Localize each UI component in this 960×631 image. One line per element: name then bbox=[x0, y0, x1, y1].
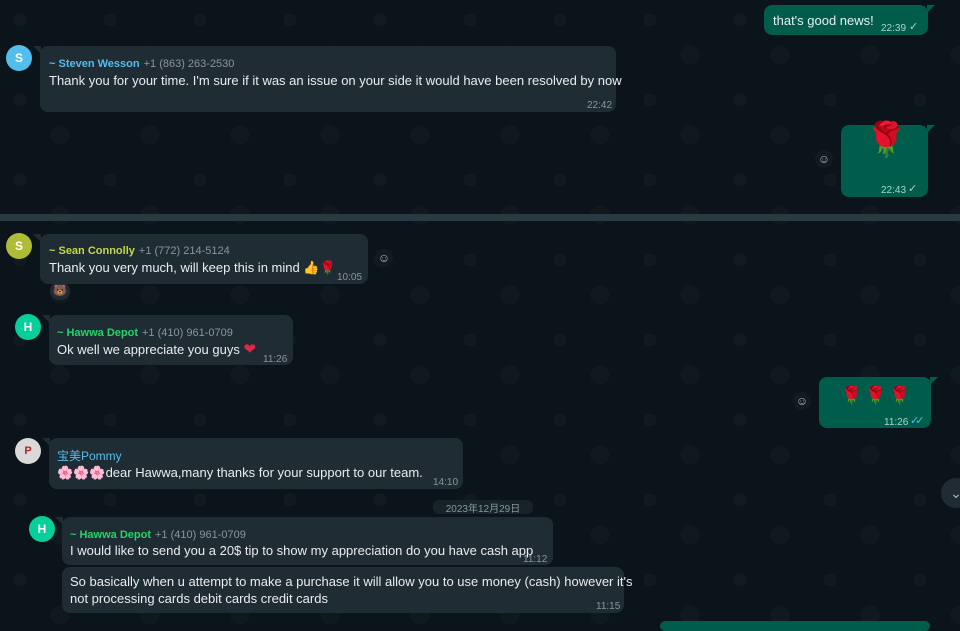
incoming-message[interactable]: ~ Hawwa Depot +1 (410) 961-0709 Ok well w… bbox=[42, 315, 293, 365]
sent-check-icon: ✓ bbox=[909, 21, 919, 33]
avatar[interactable]: H bbox=[15, 314, 41, 340]
outgoing-message[interactable]: that's good news! 22:39 ✓ bbox=[764, 5, 935, 35]
sender-label: ~ Hawwa Depot +1 (410) 961-0709 bbox=[57, 324, 233, 342]
avatar[interactable]: H bbox=[29, 516, 55, 542]
message-text: 🌸🌸🌸dear Hawwa,many thanks for your suppo… bbox=[57, 465, 423, 480]
rose-icon: 🌹 bbox=[865, 386, 887, 405]
outgoing-message[interactable]: 🌹 🌹 🌹 11:26 ✓✓ bbox=[819, 377, 938, 428]
thumbs-up-icon: 👍 bbox=[303, 260, 320, 275]
avatar[interactable]: S bbox=[6, 233, 32, 259]
message-text: not processing cards debit cards credit … bbox=[70, 591, 328, 606]
message-time: 14:10 bbox=[433, 477, 459, 488]
message-time: 22:42 bbox=[587, 100, 613, 111]
message-time: 10:05 bbox=[337, 272, 363, 283]
heart-icon: ❤ bbox=[243, 341, 257, 358]
message-text: that's good news! bbox=[773, 13, 874, 28]
reaction-badge[interactable]: 🐻 bbox=[50, 282, 70, 300]
sender-name[interactable]: ~ Steven Wesson bbox=[49, 58, 140, 70]
message-text: Ok well we appreciate you guys ❤ bbox=[57, 341, 257, 358]
sender-label: ~ Sean Connolly +1 (772) 214-5124 bbox=[49, 242, 230, 260]
avatar[interactable]: P bbox=[15, 438, 41, 464]
message-time: 11:26 bbox=[884, 417, 909, 428]
sent-check-icon: ✓ bbox=[908, 183, 918, 195]
incoming-message[interactable]: ~ Sean Connolly +1 (772) 214-5124 Thank y… bbox=[33, 234, 368, 284]
sender-phone: +1 (863) 263-2530 bbox=[143, 58, 235, 70]
message-time: 11:26 bbox=[263, 354, 288, 365]
sender-label: ~ Steven Wesson +1 (863) 263-2530 bbox=[49, 55, 234, 73]
incoming-message[interactable]: So basically when u attempt to make a pu… bbox=[62, 567, 632, 613]
message-text: Thank you very much, will keep this in m… bbox=[49, 260, 336, 275]
blossom-icon: 🌸 bbox=[73, 465, 90, 480]
date-chip: 2023年12月29日 bbox=[433, 500, 533, 514]
message-time: 22:39 bbox=[881, 23, 907, 34]
message-text: So basically when u attempt to make a pu… bbox=[70, 574, 633, 589]
rose-icon: 🌹 bbox=[841, 386, 863, 405]
incoming-message[interactable]: 宝美Pommy 🌸🌸🌸dear Hawwa,many thanks for yo… bbox=[42, 438, 463, 489]
chevron-down-icon: ⌄ bbox=[950, 485, 960, 501]
emoji-react-icon[interactable]: ☺ bbox=[375, 249, 393, 267]
sender-phone: +1 (410) 961-0709 bbox=[142, 327, 233, 339]
blossom-icon: 🌸 bbox=[89, 465, 106, 480]
read-double-check-icon: ✓✓ bbox=[910, 415, 925, 427]
emoji-react-icon[interactable]: ☺ bbox=[793, 392, 811, 410]
rose-icon: 🌹 bbox=[319, 260, 336, 275]
sender-phone: +1 (772) 214-5124 bbox=[138, 245, 230, 257]
sender-phone: +1 (410) 961-0709 bbox=[155, 529, 246, 541]
rose-icon: 🌹 bbox=[865, 121, 908, 159]
rose-icon: 🌹 bbox=[889, 386, 911, 405]
sender-label: 宝美Pommy bbox=[57, 447, 122, 465]
emoji-react-icon[interactable]: ☺ bbox=[815, 150, 833, 168]
incoming-message[interactable]: ~ Hawwa Depot +1 (410) 961-0709 I would l… bbox=[55, 517, 553, 565]
divider bbox=[0, 214, 960, 221]
message-time: 11:15 bbox=[596, 601, 621, 612]
blossom-icon: 🌸 bbox=[57, 465, 74, 480]
outgoing-message[interactable] bbox=[660, 621, 930, 631]
message-time: 22:43 bbox=[881, 185, 907, 196]
sender-name[interactable]: ~ Hawwa Depot bbox=[57, 327, 138, 339]
message-text: Thank you for your time. I'm sure if it … bbox=[49, 73, 622, 88]
avatar[interactable]: S bbox=[6, 45, 32, 71]
sender-name[interactable]: ~ Sean Connolly bbox=[49, 245, 135, 257]
sender-name[interactable]: ~ Hawwa Depot bbox=[70, 529, 151, 541]
sender-name[interactable]: 宝美Pommy bbox=[57, 449, 122, 463]
incoming-message[interactable]: ~ Steven Wesson +1 (863) 263-2530 Thank y… bbox=[33, 46, 622, 112]
message-text: I would like to send you a 20$ tip to sh… bbox=[70, 543, 534, 558]
outgoing-message[interactable]: 🌹 22:43 ✓ bbox=[841, 121, 935, 197]
